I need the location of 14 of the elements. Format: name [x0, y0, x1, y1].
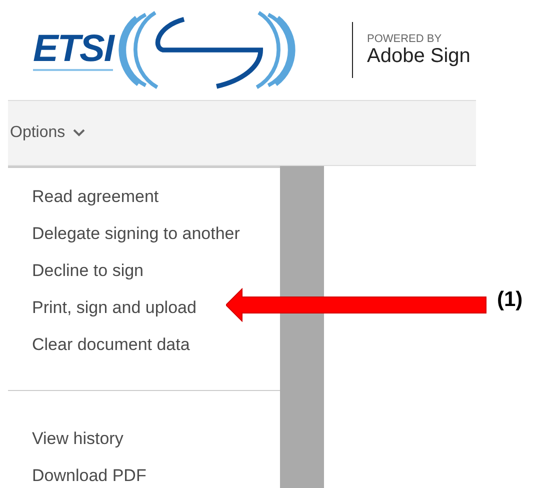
powered-by-label: POWERED BY [367, 32, 443, 44]
menu-item[interactable]: Print, sign and upload [32, 289, 196, 326]
menu-item[interactable]: Delegate signing to another [32, 215, 240, 252]
swoosh-logo-icon [117, 8, 298, 92]
callout-label: (1) [497, 288, 523, 312]
menu-item[interactable]: Clear document data [32, 326, 190, 363]
logo-text: ETSI [33, 29, 114, 71]
menu-item[interactable]: Read agreement [32, 178, 159, 215]
menu-item[interactable]: Decline to sign [32, 252, 144, 289]
menu-item[interactable]: View history [32, 420, 124, 457]
menu-item[interactable]: Download PDF [32, 457, 146, 488]
options-dropdown[interactable]: Options [8, 124, 88, 142]
chevron-down-icon [73, 129, 86, 137]
product-name: Adobe Sign [367, 44, 470, 68]
